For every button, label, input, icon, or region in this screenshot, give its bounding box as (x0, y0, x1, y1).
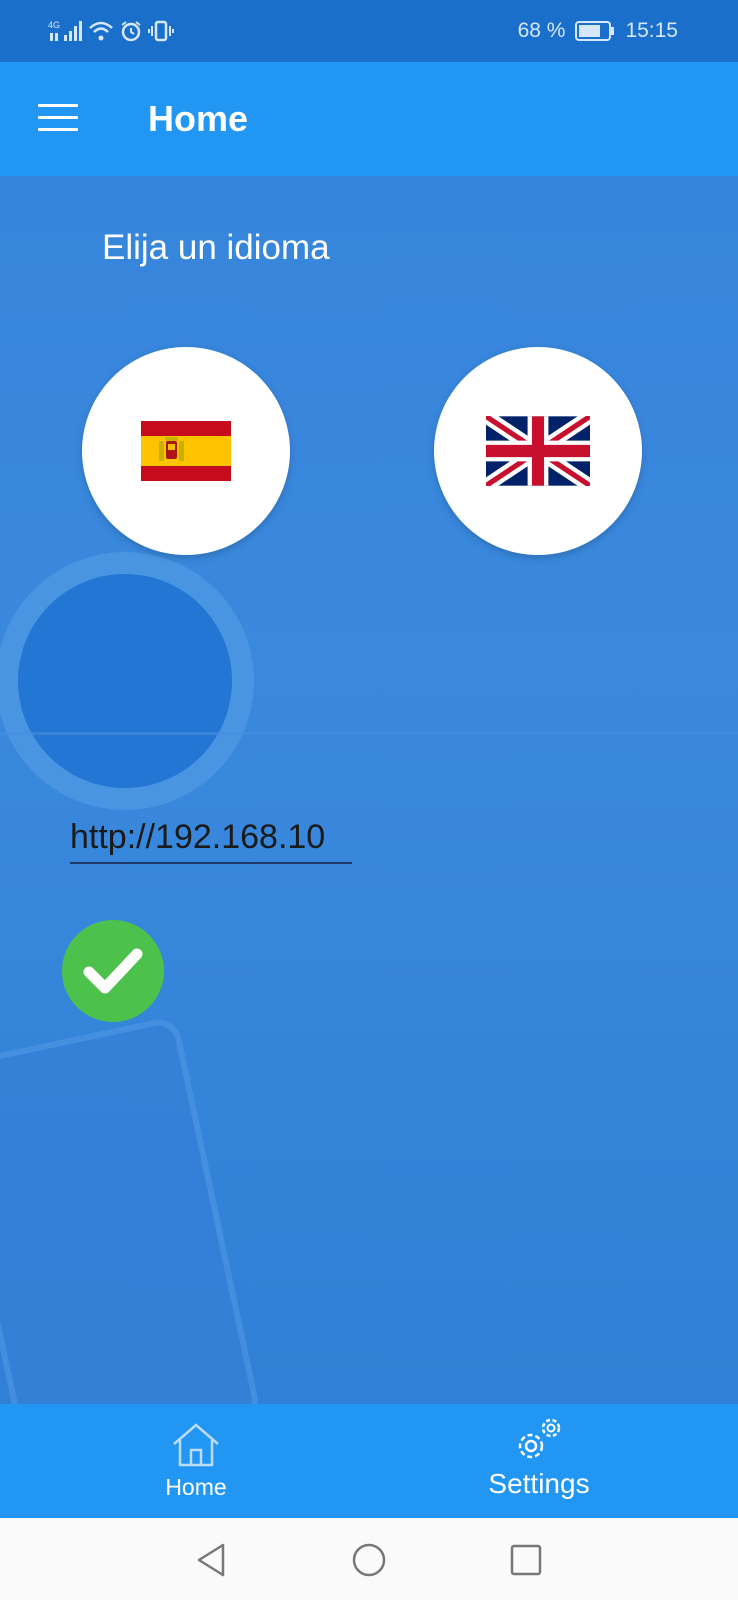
back-triangle-icon[interactable] (195, 1542, 227, 1578)
status-icons-left: 4G (48, 17, 174, 45)
recents-square-icon[interactable] (509, 1543, 543, 1577)
language-prompt: Elija un idioma (102, 228, 330, 267)
signal-icon: 4G (48, 20, 82, 41)
main-content: Elija un idioma (0, 176, 738, 1404)
app-bar: Home (0, 62, 738, 176)
background-table-line (0, 732, 738, 735)
checkmark-icon (83, 948, 143, 994)
status-bar: 4G 68 % 15:15 (0, 0, 738, 62)
home-circle-icon[interactable] (351, 1542, 387, 1578)
confirm-button[interactable] (62, 920, 164, 1022)
bottom-navigation: Home Settings (0, 1404, 738, 1518)
uk-flag-icon (486, 416, 590, 486)
nav-item-settings[interactable]: Settings (369, 1404, 709, 1518)
battery-percent: 68 % (517, 19, 566, 42)
nav-label-home: Home (165, 1474, 227, 1500)
battery-icon (575, 21, 615, 41)
clock: 15:15 (625, 19, 678, 42)
nav-label-settings: Settings (488, 1468, 590, 1499)
background-phone (0, 1015, 263, 1404)
background-cup-inner (18, 574, 232, 788)
hamburger-menu-icon[interactable] (38, 104, 78, 132)
nav-item-home[interactable]: Home (27, 1404, 365, 1518)
vibrate-icon (148, 20, 174, 42)
page-title: Home (148, 98, 249, 139)
english-language-button[interactable] (434, 347, 642, 555)
gears-icon (518, 1418, 561, 1459)
wifi-icon (89, 21, 113, 41)
spain-flag-icon (141, 421, 231, 481)
house-icon (173, 1423, 219, 1467)
network-type-label: 4G (48, 20, 60, 30)
server-url-input[interactable] (70, 812, 352, 864)
status-icons-right: 68 % 15:15 (518, 19, 678, 43)
alarm-icon (121, 21, 141, 42)
system-navigation-bar (0, 1518, 738, 1600)
spanish-language-button[interactable] (82, 347, 290, 555)
